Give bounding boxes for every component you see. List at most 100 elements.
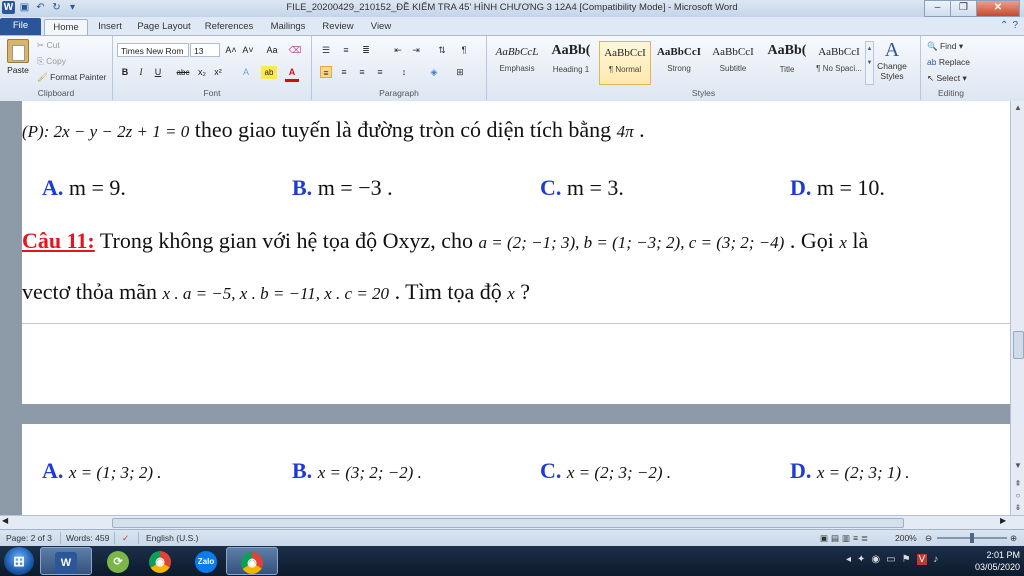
align-center-icon[interactable]: ≡ <box>338 66 350 78</box>
font-name-select[interactable]: Times New Rom <box>117 43 189 57</box>
page-count[interactable]: Page: 2 of 3 <box>6 533 52 543</box>
find-button[interactable]: 🔍 Find ▾ <box>927 41 963 52</box>
tray-v-icon[interactable]: V <box>916 554 928 565</box>
horizontal-scroll-thumb[interactable] <box>112 518 904 528</box>
zoom-out-icon[interactable]: ⊖ <box>925 533 932 544</box>
tray-network-icon[interactable]: ◉ <box>871 554 880 565</box>
styles-scroll[interactable]: ▲ ▼ <box>865 41 874 85</box>
justify-icon[interactable]: ≡ <box>374 66 386 78</box>
vertical-scroll-thumb[interactable] <box>1013 331 1024 359</box>
sort-icon[interactable]: ⇅ <box>436 44 448 56</box>
strikethrough-button[interactable]: abc <box>175 66 191 79</box>
bullets-icon[interactable]: ☰ <box>320 44 332 56</box>
taskbar-zalo[interactable]: Zalo <box>180 547 232 575</box>
page-3[interactable]: A. x = (1; 3; 2) . B. x = (3; 2; −2) . C… <box>22 424 1010 515</box>
line-spacing-icon[interactable]: ↕ <box>398 66 410 78</box>
style-no-spacing[interactable]: AaBbCcI ¶ No Spaci... <box>813 41 865 85</box>
tab-review[interactable]: Review <box>318 19 358 35</box>
show-marks-icon[interactable]: ¶ <box>458 44 470 56</box>
numbering-icon[interactable]: ≡ <box>340 44 352 56</box>
cut-button[interactable]: ✂ Cut <box>37 40 60 51</box>
start-button[interactable]: ⊞ <box>4 547 34 575</box>
paste-icon <box>7 39 29 63</box>
borders-icon[interactable]: ⊞ <box>454 66 466 78</box>
close-button[interactable]: ✕ <box>976 0 1020 17</box>
prev-page-icon[interactable]: ⇞ <box>1011 479 1024 488</box>
horizontal-scrollbar[interactable]: ◀ ▶ <box>0 515 1024 530</box>
superscript-button[interactable]: x² <box>211 66 225 79</box>
tray-volume-icon[interactable]: ♪ <box>933 554 938 565</box>
tray-flag-icon[interactable]: ⚑ <box>902 554 911 565</box>
highlight-button[interactable]: ab <box>261 66 277 79</box>
decrease-indent-icon[interactable]: ⇤ <box>392 44 404 56</box>
format-painter-button[interactable]: 🖌 Format Painter <box>37 72 106 83</box>
bold-button[interactable]: B <box>119 66 131 79</box>
minimize-ribbon-icon[interactable]: ⌃ <box>1000 20 1008 31</box>
tab-file[interactable]: File <box>0 18 41 35</box>
browse-object-icon[interactable]: ○ <box>1011 491 1024 500</box>
align-right-icon[interactable]: ≡ <box>356 66 368 78</box>
style-title[interactable]: AaBb(Title <box>761 41 813 85</box>
align-left-icon[interactable]: ≡ <box>320 66 332 78</box>
font-color-button[interactable]: A <box>285 66 299 82</box>
styles-group: AaBbCcL Emphasis AaBb(Heading 1 AaBbCcI ¶ … <box>487 36 921 100</box>
style-emphasis[interactable]: AaBbCcL Emphasis <box>491 41 543 85</box>
tab-insert[interactable]: Insert <box>90 19 130 35</box>
taskbar-chrome[interactable]: ◉ <box>134 547 186 575</box>
clipboard-group: Paste ✂ Cut ⎘ Copy 🖌 Format Painter Clip… <box>0 36 113 100</box>
tab-mailings[interactable]: Mailings <box>264 19 312 35</box>
language-indicator[interactable]: English (U.S.) <box>146 533 198 543</box>
tab-page-layout[interactable]: Page Layout <box>134 19 194 35</box>
zoom-slider[interactable] <box>937 533 1007 543</box>
underline-button[interactable]: U <box>152 66 164 79</box>
status-bar: Page: 2 of 3 Words: 459 ✓ English (U.S.)… <box>0 529 1024 547</box>
subscript-button[interactable]: x₂ <box>195 66 209 79</box>
proofing-icon[interactable]: ✓ <box>122 533 129 544</box>
vertical-scrollbar[interactable]: ▲ ▼ ⇞ ○ ⇟ <box>1010 101 1024 515</box>
tray-arrow-icon[interactable]: ◂ <box>846 554 851 565</box>
scroll-right-icon[interactable]: ▶ <box>1000 516 1006 525</box>
multilevel-list-icon[interactable]: ≣ <box>360 44 372 56</box>
copy-button[interactable]: ⎘ Copy <box>37 56 66 67</box>
scroll-down-icon[interactable]: ▼ <box>1011 461 1024 470</box>
clock[interactable]: 2:01 PM 03/05/2020 <box>975 549 1020 573</box>
shrink-font-button[interactable]: A˅ <box>240 44 256 57</box>
italic-button[interactable]: I <box>135 66 147 79</box>
style-normal[interactable]: AaBbCcI ¶ Normal <box>599 41 651 85</box>
shading-icon[interactable]: ◈ <box>428 66 440 78</box>
scroll-up-icon[interactable]: ▲ <box>1011 103 1024 112</box>
help-icon[interactable]: ? <box>1012 20 1018 31</box>
increase-indent-icon[interactable]: ⇥ <box>410 44 422 56</box>
style-heading-1[interactable]: AaBb(Heading 1 <box>545 41 597 85</box>
tray-monitor-icon[interactable]: ▭ <box>886 554 895 565</box>
tray-app-icon[interactable]: ✦ <box>857 554 865 565</box>
page-2[interactable]: (P): 2x − y − 2z + 1 = 0 theo giao tuyến… <box>22 101 1010 404</box>
change-styles-button[interactable]: A Change Styles <box>877 39 907 81</box>
restore-button[interactable]: ❐ <box>950 0 977 17</box>
zoom-in-icon[interactable]: ⊕ <box>1010 533 1017 544</box>
select-button[interactable]: ↖ Select ▾ <box>927 73 967 84</box>
scroll-left-icon[interactable]: ◀ <box>2 516 8 525</box>
style-subtitle[interactable]: AaBbCcI Subtitle <box>707 41 759 85</box>
ribbon-tabs: File Home Insert Page Layout References … <box>0 17 1024 36</box>
zalo-icon: Zalo <box>195 550 217 573</box>
tab-view[interactable]: View <box>364 19 398 35</box>
clear-format-button[interactable]: ⌫ <box>287 44 303 57</box>
view-buttons[interactable]: ▣▤▥≡≣ <box>820 533 871 544</box>
taskbar: ⊞ W ⟳ ◉ Zalo ◉ ◂ ✦ ◉ ▭ ⚑ V ♪ 2:01 PM 03/… <box>0 546 1024 576</box>
tab-home[interactable]: Home <box>44 19 88 36</box>
font-size-select[interactable]: 13 <box>190 43 220 57</box>
taskbar-word[interactable]: W <box>40 547 92 575</box>
style-strong[interactable]: AaBbCcI Strong <box>653 41 705 85</box>
next-page-icon[interactable]: ⇟ <box>1011 503 1024 512</box>
taskbar-chrome-2[interactable]: ◉ <box>226 547 278 575</box>
paste-button[interactable]: Paste <box>4 39 32 75</box>
tab-references[interactable]: References <box>200 19 258 35</box>
change-case-button[interactable]: Aa <box>263 44 281 57</box>
replace-button[interactable]: ab Replace <box>927 57 970 67</box>
text-effects-button[interactable]: A <box>239 66 253 79</box>
minimize-button[interactable]: – <box>924 0 951 17</box>
zoom-level[interactable]: 200% <box>895 533 917 543</box>
grow-font-button[interactable]: A˄ <box>223 44 239 57</box>
word-count[interactable]: Words: 459 <box>66 533 109 543</box>
